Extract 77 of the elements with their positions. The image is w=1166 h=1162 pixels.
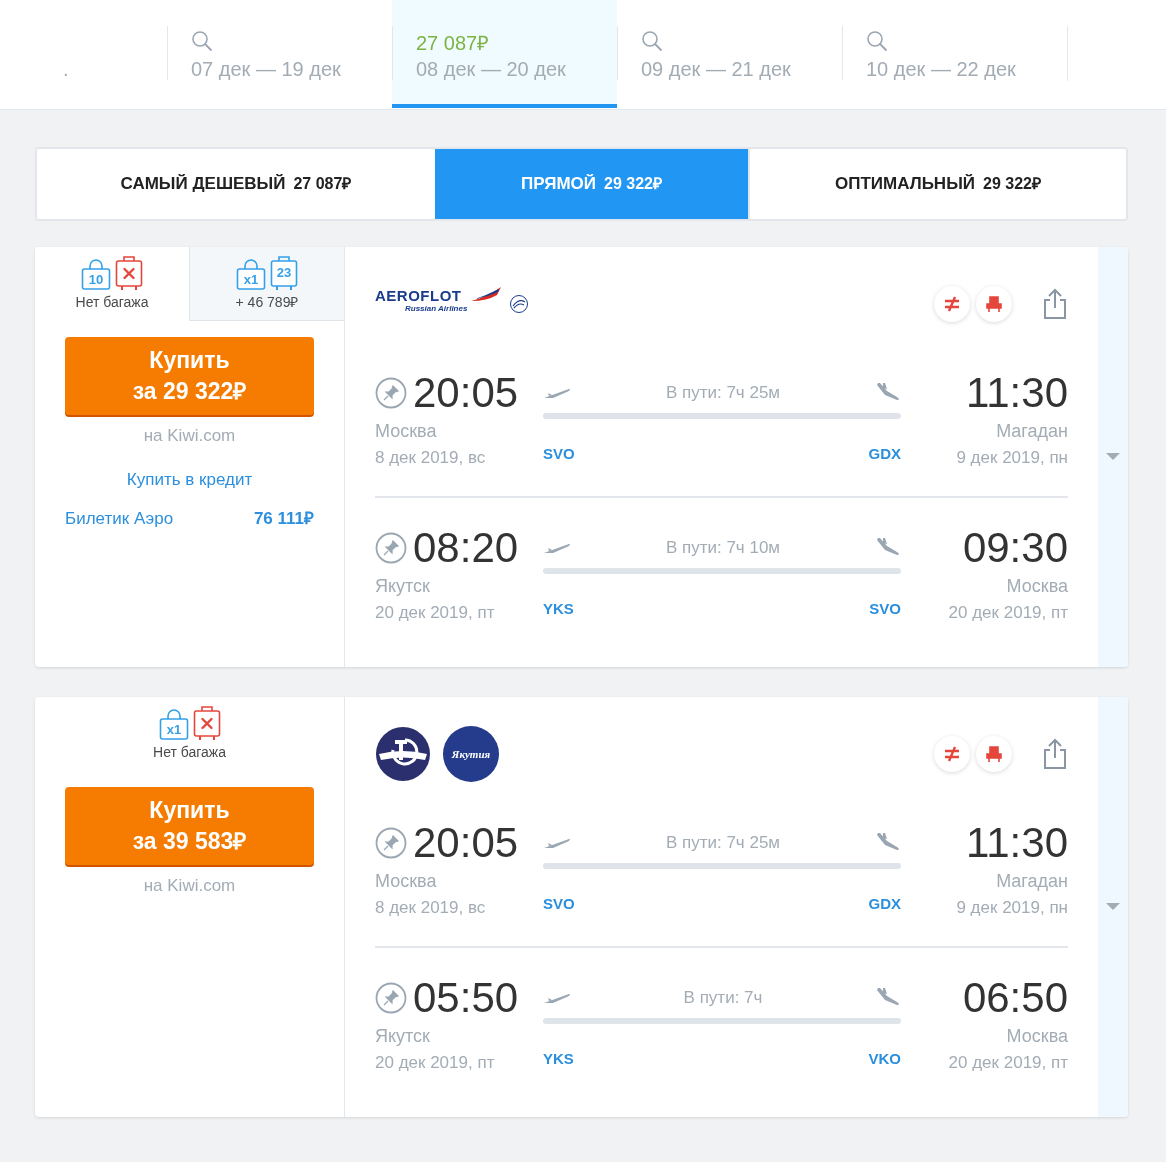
departure-city: Москва: [375, 870, 438, 893]
departure-city: Якутск: [375, 575, 431, 598]
arrival-date: 20 дек 2019, пт: [948, 1052, 1068, 1074]
seller-label: на Kiwi.com: [143, 425, 236, 447]
arrival-city: Магадан: [996, 870, 1068, 893]
airport-code[interactable]: SVO: [869, 598, 901, 621]
departure-date: 8 дек 2019, вс: [375, 897, 487, 919]
departure-time: 08:20: [413, 524, 519, 572]
search-icon: [641, 30, 663, 52]
baggage-label: Нет багажа: [153, 743, 226, 761]
airport-code[interactable]: SVO: [543, 443, 575, 466]
baggage-label: Нет багажа: [75, 293, 149, 311]
agency-link[interactable]: Билетик Аэро: [65, 506, 174, 532]
sort-tab[interactable]: ОПТИМАЛЬНЫЙ 29 322₽: [748, 149, 1126, 219]
departure-date: 20 дек 2019, пт: [375, 1052, 496, 1074]
date-tab-label: 07 дек — 19 дек: [191, 57, 341, 82]
pin-icon[interactable]: [375, 377, 407, 409]
not-equal-icon[interactable]: [934, 736, 970, 772]
buy-button[interactable]: Купить за 29 322₽: [65, 337, 314, 415]
flight-duration: В пути: 7ч 10м: [665, 537, 781, 560]
airline-logo: Якутия: [443, 726, 499, 782]
arrival-city: Магадан: [996, 420, 1068, 443]
date-tab-price: 27 087₽: [416, 31, 491, 56]
flight-duration: В пути: 7ч 25м: [665, 832, 781, 855]
seat-icon[interactable]: [976, 286, 1012, 322]
sort-tab[interactable]: ПРЯМОЙ 29 322₽: [435, 149, 748, 219]
search-icon: [191, 30, 213, 52]
airline-logo: [375, 726, 431, 782]
baggage-option[interactable]: x1 Нет багажа: [35, 697, 344, 777]
agency-price[interactable]: 76 111₽: [253, 506, 314, 532]
flight-duration: В пути: 7ч 25м: [665, 382, 781, 405]
buy-button[interactable]: Купить за 39 583₽: [65, 787, 314, 865]
date-tab-label: 10 дек — 22 дек: [866, 57, 1016, 82]
departure-time: 20:05: [413, 369, 519, 417]
arrival-time: 06:50: [962, 974, 1068, 1022]
airport-code[interactable]: GDX: [868, 443, 901, 466]
caret-icon: [1106, 903, 1120, 911]
share-icon[interactable]: [1042, 288, 1068, 320]
baggage-option[interactable]: x1 23 + 46 789₽: [189, 247, 344, 321]
arrival-date: 9 дек 2019, пн: [956, 897, 1068, 919]
pin-icon[interactable]: [375, 827, 407, 859]
seat-icon[interactable]: [976, 736, 1012, 772]
date-tab-label: .: [63, 57, 69, 82]
not-equal-icon[interactable]: [934, 286, 970, 322]
departure-city: Якутск: [375, 1025, 431, 1048]
departure-time: 05:50: [413, 974, 519, 1022]
credit-link[interactable]: Купить в кредит: [126, 466, 253, 492]
date-tab[interactable]: 27 087₽ 08 дек — 20 дек: [392, 0, 617, 108]
airport-code[interactable]: SVO: [543, 893, 575, 916]
arrival-date: 20 дек 2019, пт: [948, 602, 1068, 624]
pin-icon[interactable]: [375, 532, 407, 564]
date-tab-label: 09 дек — 21 дек: [641, 57, 791, 82]
search-icon: [866, 30, 888, 52]
airport-code[interactable]: VKO: [868, 1048, 901, 1071]
arrival-time: 09:30: [962, 524, 1068, 572]
flight-duration: В пути: 7ч: [683, 987, 763, 1010]
date-tab-label: 08 дек — 20 дек: [416, 57, 566, 82]
departure-time: 20:05: [413, 819, 519, 867]
departure-date: 8 дек 2019, вс: [375, 447, 487, 469]
alliance-icon: [509, 294, 529, 314]
arrival-date: 9 дек 2019, пн: [956, 447, 1068, 469]
baggage-option[interactable]: 10 Нет багажа: [35, 247, 189, 321]
airport-code[interactable]: GDX: [868, 893, 901, 916]
airline-logo: AEROFLOT Russian Airlines: [375, 287, 503, 321]
arrival-time: 11:30: [966, 819, 1068, 867]
departure-date: 20 дек 2019, пт: [375, 602, 496, 624]
arrival-city: Москва: [1006, 575, 1068, 598]
pin-icon[interactable]: [375, 982, 407, 1014]
baggage-label: + 46 789₽: [235, 293, 299, 311]
departure-city: Москва: [375, 420, 438, 443]
arrival-city: Москва: [1006, 1025, 1068, 1048]
airport-code[interactable]: YKS: [543, 1048, 574, 1071]
airport-code[interactable]: YKS: [543, 598, 574, 621]
caret-icon: [1106, 453, 1120, 461]
arrival-time: 11:30: [966, 369, 1068, 417]
seller-label: на Kiwi.com: [143, 875, 236, 897]
share-icon[interactable]: [1042, 738, 1068, 770]
